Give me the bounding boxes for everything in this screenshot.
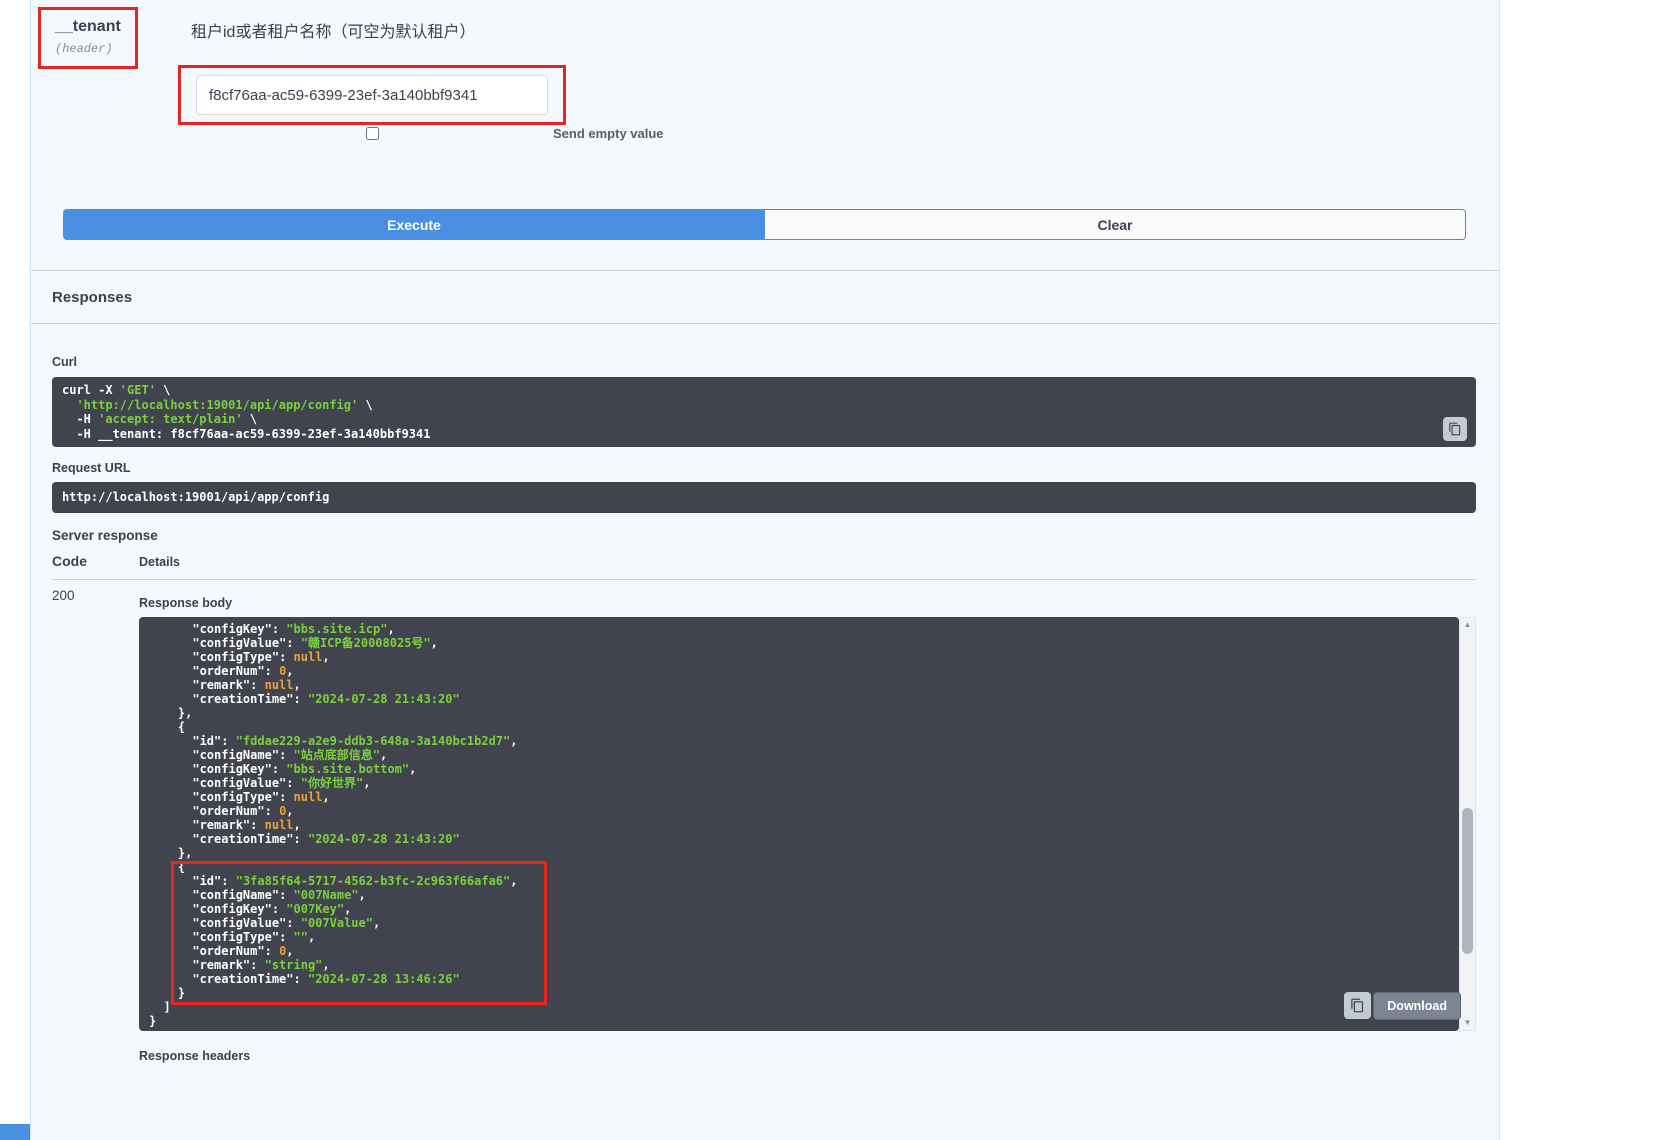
- response-headers-label: Response headers: [139, 1049, 1476, 1063]
- param-name-highlight-box: __tenant (header): [38, 7, 138, 69]
- responses-title: Responses: [52, 289, 132, 306]
- send-empty-checkbox[interactable]: [366, 127, 379, 140]
- response-table-header: Code Details: [52, 553, 1476, 580]
- download-button[interactable]: Download: [1373, 992, 1461, 1020]
- server-response-label: Server response: [52, 528, 1476, 543]
- execute-wrapper: Execute Clear: [63, 209, 1466, 240]
- send-empty-label: Send empty value: [553, 126, 664, 141]
- next-opblock-stub: [0, 1124, 30, 1140]
- param-description: 租户id或者租户名称（可空为默认租户）: [191, 22, 1499, 44]
- curl-label: Curl: [52, 355, 1476, 369]
- scroll-up-arrow-icon[interactable]: ▲: [1460, 619, 1475, 631]
- response-body-code: "configKey": "bbs.site.icp", "configValu…: [139, 617, 1459, 1031]
- param-name-column: __tenant (header): [31, 0, 191, 69]
- opblock-get: __tenant (header) 租户id或者租户名称（可空为默认租户） Se…: [30, 0, 1500, 1140]
- copy-response-button[interactable]: [1344, 992, 1371, 1019]
- request-url-label: Request URL: [52, 461, 1476, 475]
- scroll-down-arrow-icon[interactable]: ▼: [1460, 1017, 1475, 1029]
- responses-body: Curl curl -X 'GET' \ 'http://localhost:1…: [31, 324, 1499, 1063]
- responses-header: Responses: [31, 270, 1499, 324]
- response-body-scrollbar[interactable]: ▲ ▼: [1459, 617, 1476, 1031]
- clipboard-icon: [1448, 422, 1462, 436]
- status-code: 200: [52, 588, 139, 1063]
- response-body-label: Response body: [139, 596, 1476, 610]
- param-value-highlight-box: [178, 65, 566, 125]
- response-table-row: 200 Response body "configKey": "bbs.site…: [52, 580, 1476, 1063]
- scrollbar-thumb[interactable]: [1462, 808, 1473, 954]
- copy-curl-button[interactable]: [1443, 417, 1467, 441]
- clear-button[interactable]: Clear: [765, 209, 1466, 240]
- param-in: (header): [55, 42, 121, 56]
- code-column-header: Code: [52, 553, 139, 569]
- request-url-block: http://localhost:19001/api/app/config: [52, 482, 1476, 513]
- clipboard-icon: [1350, 998, 1365, 1013]
- param-name: __tenant: [55, 18, 121, 36]
- tenant-value-input[interactable]: [196, 75, 548, 115]
- response-body-block: "configKey": "bbs.site.icp", "configValu…: [139, 617, 1476, 1031]
- curl-block: curl -X 'GET' \ 'http://localhost:19001/…: [52, 377, 1476, 447]
- parameters-section: __tenant (header) 租户id或者租户名称（可空为默认租户） Se…: [31, 0, 1499, 141]
- execute-button[interactable]: Execute: [63, 209, 765, 240]
- request-url-value: http://localhost:19001/api/app/config: [62, 490, 1466, 505]
- send-empty-row: Send empty value: [191, 125, 1499, 141]
- server-response-table: Code Details 200 Response body "configKe…: [52, 553, 1476, 1063]
- curl-code: curl -X 'GET' \ 'http://localhost:19001/…: [62, 383, 1466, 441]
- details-column-header: Details: [139, 555, 180, 569]
- param-description-column: 租户id或者租户名称（可空为默认租户） Send empty value: [191, 0, 1499, 141]
- response-details-cell: Response body "configKey": "bbs.site.icp…: [139, 588, 1476, 1063]
